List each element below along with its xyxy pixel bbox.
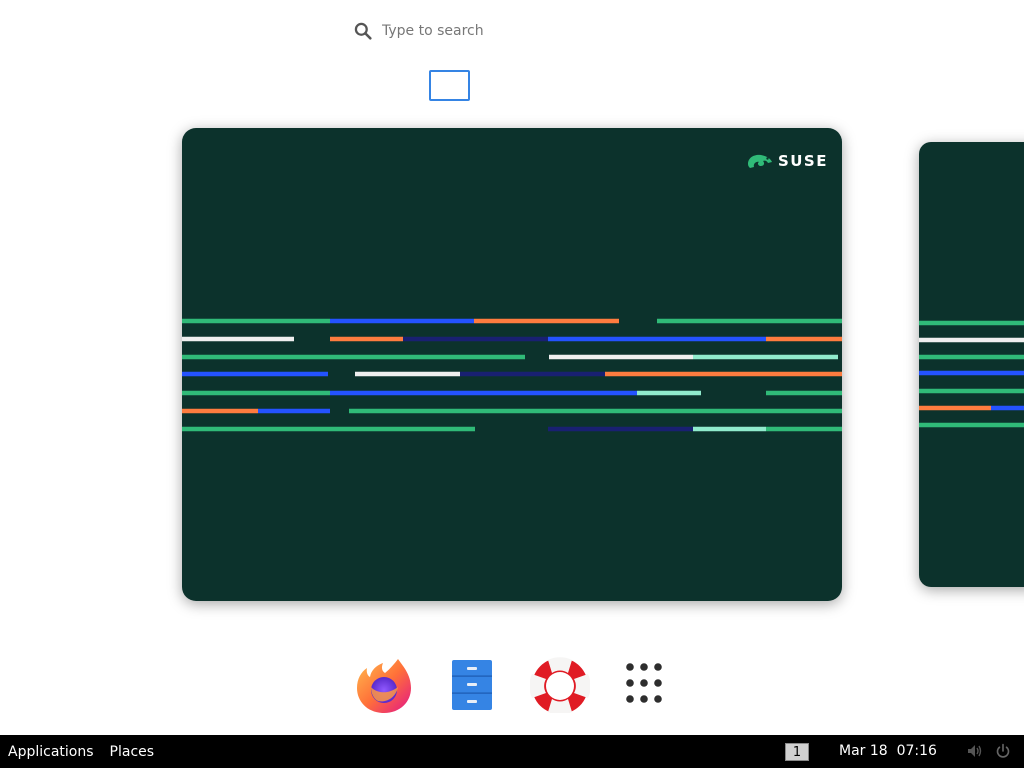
chameleon-icon xyxy=(747,154,772,168)
dash xyxy=(352,656,680,714)
wallpaper-lines xyxy=(182,318,842,432)
dash-item-help[interactable] xyxy=(528,656,592,714)
workspace-thumbnail[interactable] xyxy=(429,70,470,101)
search-bar[interactable] xyxy=(350,16,670,46)
workspace-preview-current[interactable]: SUSE xyxy=(182,128,842,601)
volume-icon[interactable] xyxy=(966,743,982,759)
dash-item-show-applications[interactable] xyxy=(616,656,680,714)
firefox-icon xyxy=(357,659,411,713)
dash-item-firefox[interactable] xyxy=(352,656,416,714)
workspace-preview-next[interactable] xyxy=(919,142,1024,587)
workspace-indicator[interactable]: 1 xyxy=(785,743,809,761)
app-grid-icon xyxy=(626,663,662,703)
power-icon[interactable] xyxy=(995,743,1011,759)
search-input[interactable] xyxy=(382,23,642,39)
clock[interactable]: Mar 18 07:16 xyxy=(839,735,937,768)
wallpaper-lines xyxy=(919,320,1024,428)
places-menu[interactable]: Places xyxy=(102,744,163,760)
file-cabinet-icon xyxy=(452,660,492,710)
suse-logo: SUSE xyxy=(746,152,828,170)
lifebuoy-icon xyxy=(530,657,590,713)
search-icon xyxy=(354,22,372,40)
logo-text: SUSE xyxy=(777,152,828,170)
applications-menu[interactable]: Applications xyxy=(0,744,102,760)
dash-item-files[interactable] xyxy=(440,656,504,714)
